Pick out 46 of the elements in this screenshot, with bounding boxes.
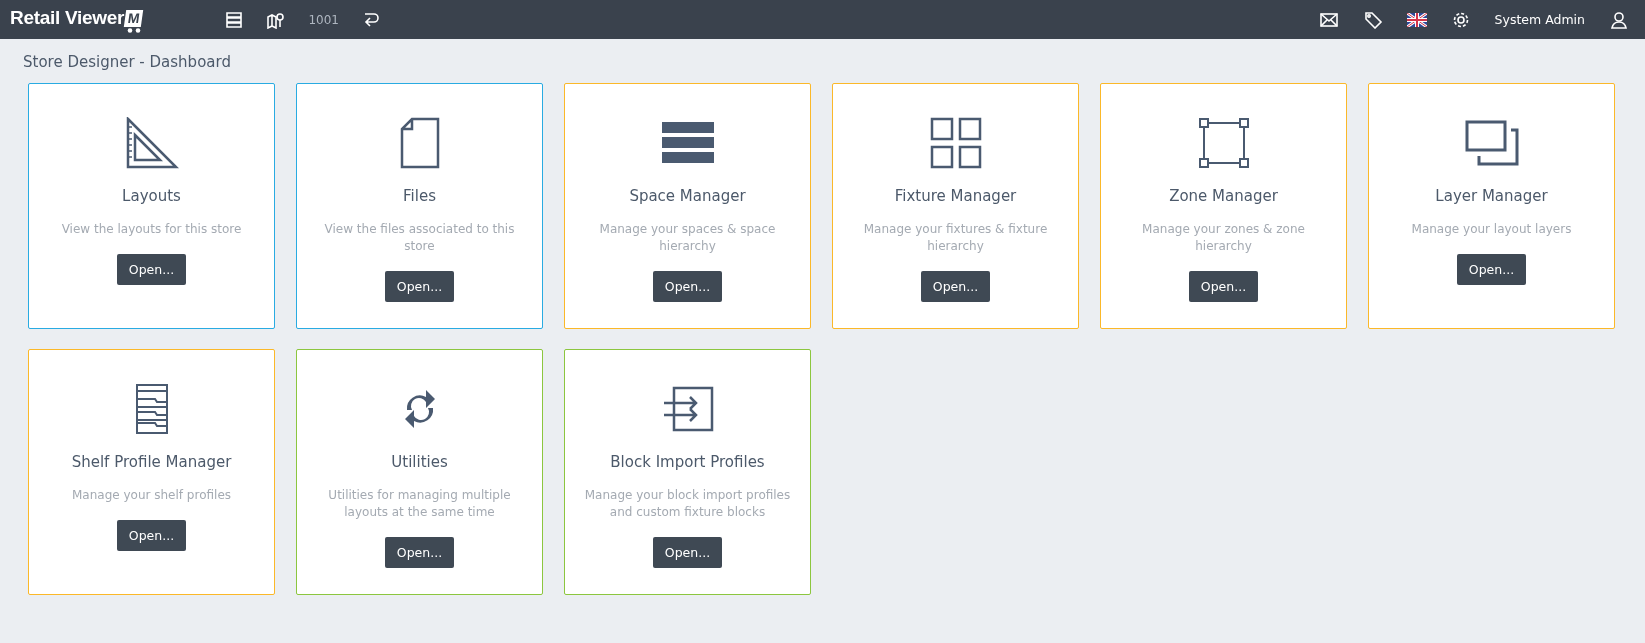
open-button[interactable]: Open... <box>652 271 723 302</box>
card-description: Manage your zones & zone hierarchy <box>1141 221 1306 255</box>
page-title: Store Designer - Dashboard <box>23 53 232 71</box>
card-title: Shelf Profile Manager <box>71 453 232 471</box>
open-button[interactable]: Open... <box>1188 271 1259 302</box>
card-title: Utilities <box>391 453 448 471</box>
cart-wheels-icon <box>126 28 141 33</box>
card-description: View the layouts for this store <box>61 221 242 238</box>
logo-badge: M <box>123 10 144 27</box>
card-description: Utilities for managing multiple layouts at the same time <box>327 487 512 521</box>
selection-box-icon <box>1197 117 1250 169</box>
card-title: Layer Manager <box>1435 187 1548 205</box>
document-icon <box>399 117 440 169</box>
mail-icon[interactable] <box>1318 10 1339 29</box>
stacked-bars-icon <box>661 122 714 164</box>
card-description: Manage your layout layers <box>1411 221 1572 238</box>
grid-icon <box>929 117 982 169</box>
card-title: Block Import Profiles <box>610 453 765 471</box>
shelf-icon <box>134 383 169 435</box>
open-button[interactable]: Open... <box>116 254 187 285</box>
card-description: Manage your block import profiles and custom fixture blocks <box>583 487 792 521</box>
logo-text: Retail Viewer <box>10 6 125 30</box>
card-title: Space Manager <box>629 187 746 205</box>
store-number: 1001 <box>308 12 339 27</box>
card-title: Files <box>403 187 436 205</box>
layers-icon <box>1464 120 1519 166</box>
card-description: Manage your fixtures & fixture hierarchy <box>862 221 1049 255</box>
tag-icon[interactable] <box>1362 10 1383 29</box>
flag-icon[interactable] <box>1406 12 1427 27</box>
card-title: Layouts <box>122 187 181 205</box>
open-button[interactable]: Open... <box>920 271 991 302</box>
map-pin-icon[interactable] <box>266 10 287 29</box>
user-icon[interactable] <box>1609 10 1629 29</box>
user-menu[interactable]: System Admin <box>1494 12 1585 27</box>
open-button[interactable]: Open... <box>116 520 187 551</box>
open-button[interactable]: Open... <box>1456 254 1527 285</box>
list-icon[interactable] <box>224 10 245 29</box>
open-button[interactable]: Open... <box>384 271 455 302</box>
card-description: Manage your spaces & space hierarchy <box>598 221 777 255</box>
card-title: Fixture Manager <box>894 187 1017 205</box>
open-button[interactable]: Open... <box>384 537 455 568</box>
card-description: Manage your shelf profiles <box>71 487 231 504</box>
card-title: Zone Manager <box>1169 187 1278 205</box>
import-icon <box>661 386 714 432</box>
card-description: View the files associated to this store <box>323 221 516 255</box>
open-button[interactable]: Open... <box>652 537 723 568</box>
